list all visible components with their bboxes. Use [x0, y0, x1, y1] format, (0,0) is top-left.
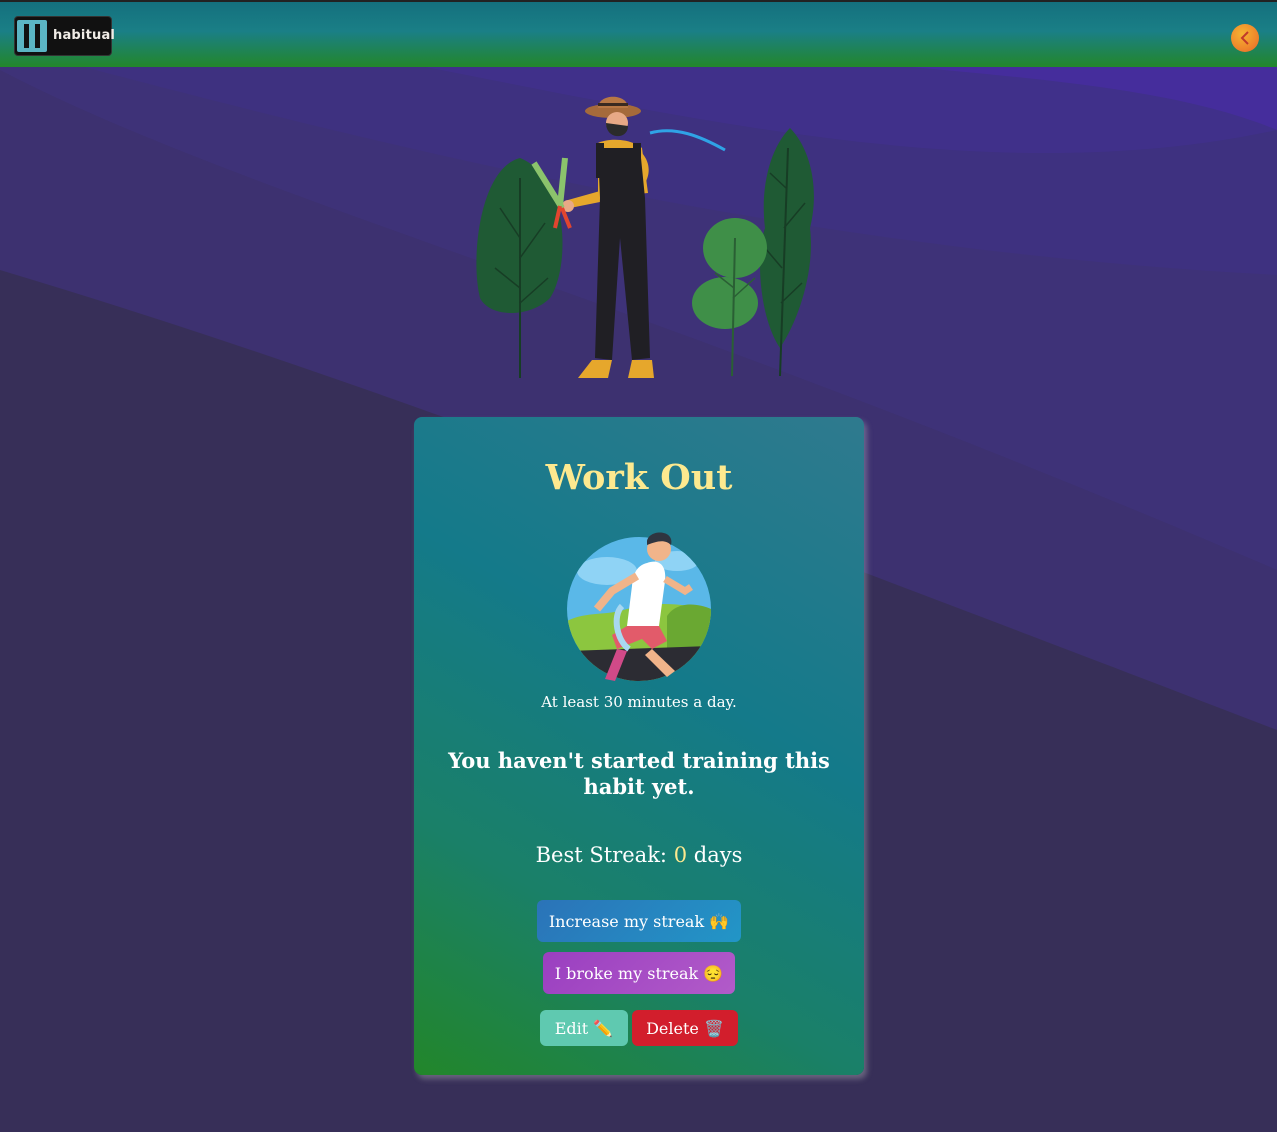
best-streak: Best Streak: 0 days [414, 843, 864, 867]
top-navbar: habitual [0, 0, 1277, 67]
runner-avatar-image [567, 532, 711, 681]
gardener-illustration [476, 96, 814, 378]
increase-streak-button[interactable]: Increase my streak 🙌 [537, 900, 741, 942]
habitual-logo[interactable]: habitual [14, 16, 116, 56]
logo-text: habitual [53, 28, 116, 43]
delete-button[interactable]: Delete 🗑️ [632, 1010, 738, 1046]
back-button[interactable] [1231, 24, 1259, 52]
habit-status: You haven't started training this habit … [448, 748, 830, 799]
habit-card: Work Out At least 30 minutes a day. You … [414, 417, 864, 1075]
streak-value: 0 [673, 843, 688, 867]
habit-description: At least 30 minutes a day. [541, 693, 737, 711]
edit-button[interactable]: Edit ✏️ [540, 1010, 628, 1046]
broke-streak-button[interactable]: I broke my streak 😔 [543, 952, 735, 994]
streak-unit: days [693, 843, 743, 867]
logo-h-icon [17, 20, 47, 52]
chevron-left-icon [1240, 31, 1249, 45]
habit-title: Work Out [545, 457, 733, 498]
streak-label: Best Streak: [535, 843, 667, 867]
